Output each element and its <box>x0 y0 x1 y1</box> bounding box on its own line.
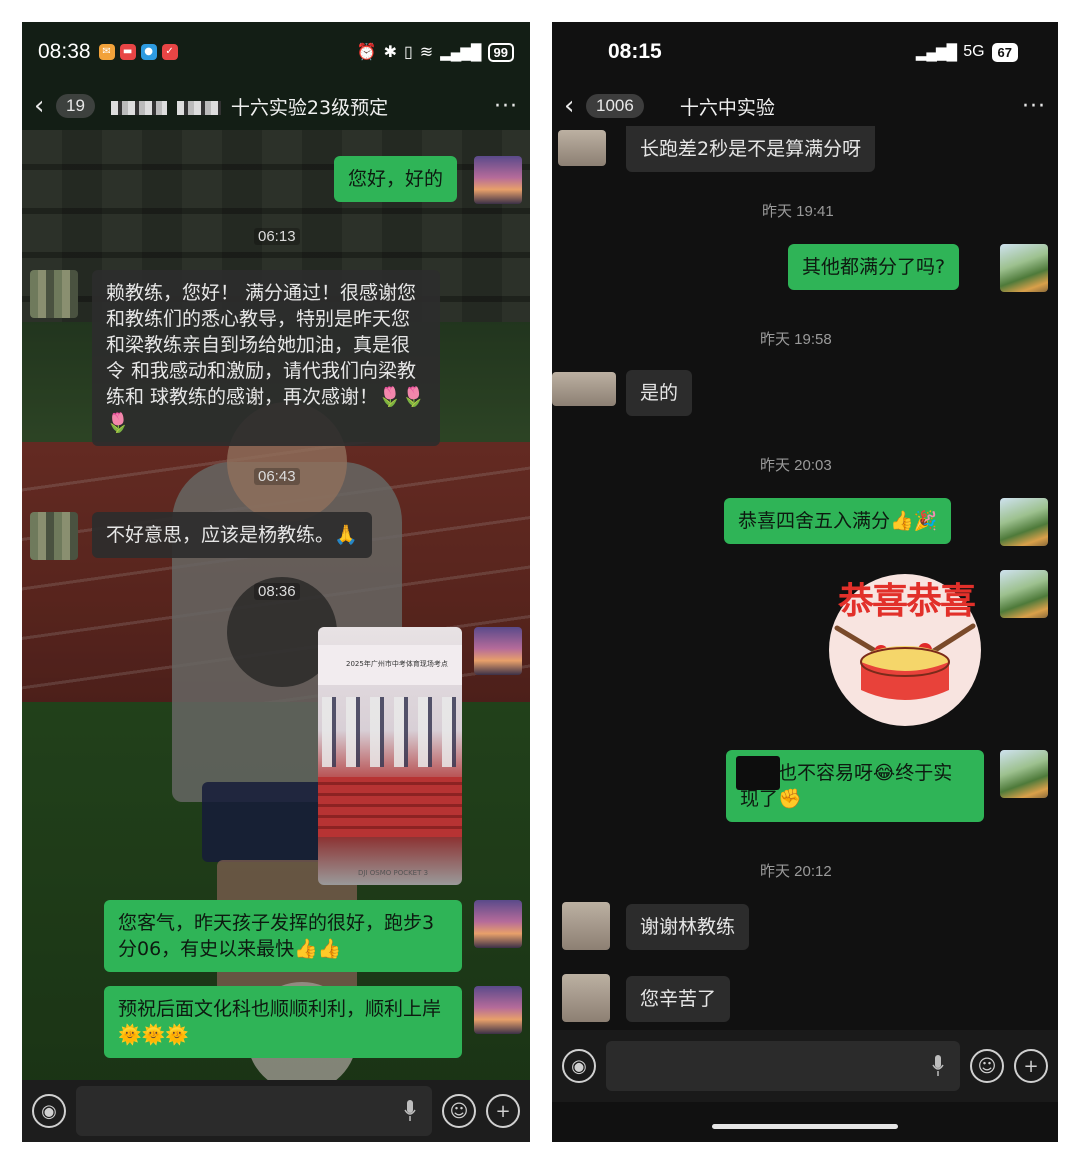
unread-count-badge[interactable]: 1006 <box>586 94 644 118</box>
emoji-icon[interactable]: ☺ <box>442 1094 476 1128</box>
network-type: 5G <box>963 43 985 60</box>
timestamp: 昨天 19:41 <box>762 203 834 220</box>
battery-icon: 67 <box>991 42 1018 62</box>
signal-icon: ▂▄▆█ <box>440 44 481 61</box>
bluetooth-icon: ✱ <box>383 44 397 61</box>
self-avatar[interactable] <box>1000 244 1048 292</box>
message-incoming[interactable]: 不好意思，应该是杨教练。🙏 <box>92 512 372 558</box>
signal-icon: ▂▄▆█ <box>915 44 957 61</box>
app-notification-icon: ✓ <box>161 44 178 60</box>
chat-screenshot-left: 08:38 ✉ ▬ ● ✓ ⏰ ✱ ▯ ≋ ▂▄▆█ 99 ‹ 19 十六实验2… <box>22 22 530 1142</box>
battery-icon: 99 <box>487 42 514 62</box>
self-avatar[interactable] <box>474 627 522 675</box>
alarm-icon: ⏰ <box>356 44 377 61</box>
add-icon[interactable]: + <box>1014 1049 1048 1083</box>
contact-avatar[interactable] <box>562 974 610 1022</box>
app-notification-icon: ✉ <box>98 44 115 60</box>
more-options-icon[interactable]: ··· <box>1022 94 1046 119</box>
voice-toggle-icon[interactable]: ◉ <box>562 1049 596 1083</box>
microphone-icon[interactable] <box>404 1100 416 1122</box>
microphone-icon[interactable] <box>932 1055 944 1077</box>
status-time: 08:38 <box>38 40 91 63</box>
timestamp: 昨天 19:58 <box>760 331 832 348</box>
contact-avatar[interactable] <box>562 902 610 950</box>
timestamp: 昨天 20:03 <box>760 457 832 474</box>
message-input[interactable] <box>606 1041 960 1091</box>
timestamp: 昨天 20:12 <box>760 863 832 880</box>
message-incoming[interactable]: 您辛苦了 <box>626 976 731 1022</box>
self-avatar[interactable] <box>474 156 522 204</box>
message-outgoing[interactable]: 恭喜四舍五入满分👍🎉 <box>724 498 952 544</box>
self-avatar[interactable] <box>474 986 522 1034</box>
app-notification-icon: ▬ <box>119 44 136 60</box>
unread-count-badge[interactable]: 19 <box>56 94 95 118</box>
self-avatar[interactable] <box>1000 750 1048 798</box>
status-bar: 08:15 ▂▄▆█ 5G 67 <box>552 22 1058 82</box>
congrats-sticker[interactable]: 恭喜恭喜 <box>827 570 983 726</box>
mosaic-redaction <box>176 101 221 115</box>
message-incoming[interactable]: 长跑差2秒是不是算满分呀 <box>626 126 876 172</box>
more-options-icon[interactable]: ··· <box>494 94 518 119</box>
status-bar: 08:38 ✉ ▬ ● ✓ ⏰ ✱ ▯ ≋ ▂▄▆█ 99 <box>22 22 530 82</box>
sticker-text: 恭喜恭喜 <box>837 581 976 622</box>
message-outgoing[interactable]: 您客气，昨天孩子发挥的很好，跑步3分06，有史以来最快👍👍 <box>104 900 462 972</box>
message-outgoing[interactable]: 预祝后面文化科也顺顺利利，顺利上岸🌞🌞🌞 <box>104 986 462 1058</box>
input-bar: ◉ ☺ + <box>552 1030 1058 1102</box>
mosaic-redaction <box>110 101 167 115</box>
message-incoming[interactable]: 赖教练，您好！ 满分通过！很感谢您和教练们的悉心教导，特别是昨天您和梁教练亲自到… <box>92 270 440 446</box>
chat-header: ‹ 1006 十六中实验 ··· <box>552 82 1058 130</box>
back-chevron-icon[interactable]: ‹ <box>34 91 52 121</box>
contact-avatar[interactable] <box>30 270 78 318</box>
voice-toggle-icon[interactable]: ◉ <box>32 1094 66 1128</box>
timestamp: 06:13 <box>254 228 300 245</box>
message-incoming[interactable]: 谢谢林教练 <box>626 904 750 950</box>
message-input[interactable] <box>76 1086 432 1136</box>
emoji-icon[interactable]: ☺ <box>970 1049 1004 1083</box>
chat-screenshot-right: 08:15 ▂▄▆█ 5G 67 ‹ 1006 十六中实验 ··· 长跑差2秒是… <box>552 22 1058 1142</box>
chat-title: 十六实验23级预定 <box>110 93 388 120</box>
add-icon[interactable]: + <box>486 1094 520 1128</box>
input-bar: ◉ ☺ + <box>22 1080 530 1142</box>
contact-avatar[interactable] <box>558 130 606 166</box>
timestamp: 06:43 <box>254 468 300 485</box>
app-notification-icon: ● <box>140 44 157 60</box>
photo-banner-text: 2025年广州市中考体育现场考点 <box>346 660 448 668</box>
chat-header: ‹ 19 十六实验23级预定 ··· <box>22 82 530 130</box>
contact-avatar[interactable] <box>30 512 78 560</box>
message-outgoing[interactable]: 满分也不容易呀😂终于实现了✊ <box>726 750 984 822</box>
back-chevron-icon[interactable]: ‹ <box>564 91 582 121</box>
self-avatar[interactable] <box>1000 570 1048 618</box>
wifi-icon: ≋ <box>419 44 434 61</box>
contact-avatar[interactable] <box>552 372 616 406</box>
redaction-block <box>736 756 780 790</box>
message-outgoing[interactable]: 您好，好的 <box>334 156 458 202</box>
self-avatar[interactable] <box>474 900 522 948</box>
chat-title: 十六中实验 <box>679 96 775 119</box>
photo-message[interactable]: 2025年广州市中考体育现场考点 DJI OSMO POCKET 3 <box>318 627 462 885</box>
message-outgoing[interactable]: 其他都满分了吗? <box>788 244 960 290</box>
photo-watermark: DJI OSMO POCKET 3 <box>358 869 429 877</box>
vibrate-icon: ▯ <box>403 44 413 61</box>
home-indicator[interactable] <box>712 1124 898 1129</box>
message-incoming[interactable]: 是的 <box>626 370 693 416</box>
self-avatar[interactable] <box>1000 498 1048 546</box>
status-time: 08:15 <box>608 40 662 63</box>
timestamp: 08:36 <box>254 583 300 600</box>
